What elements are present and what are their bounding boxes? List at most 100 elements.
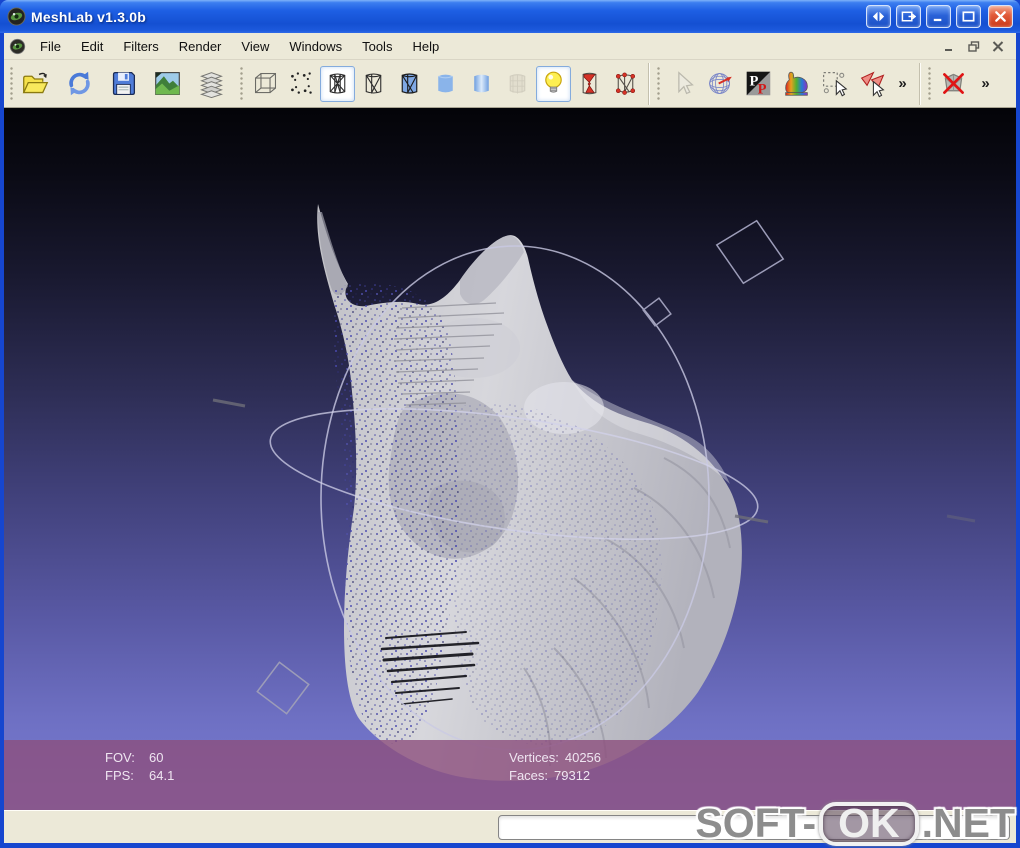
toolbar-grip[interactable] [927,65,932,102]
cursor-arrow-icon [678,71,694,95]
reload-icon [69,71,90,96]
texture-button[interactable] [500,66,535,102]
select-vertices-icon [823,72,848,97]
bounding-box-icon [254,72,277,94]
delete-mesh-icon [943,73,964,94]
fancy-lighting-icon [582,72,597,95]
svg-text:P: P [758,81,767,97]
meshlab-window: MeshLab v1.3.0b File Edit Filters Render… [0,0,1020,848]
points-button[interactable] [284,66,319,102]
left-right-arrows-icon [872,11,885,22]
select-faces-icon [860,71,885,98]
toolbar-group-edit: P P [665,66,890,102]
hud-camera-stats: FOV: 60 FPS: 64.1 [105,749,174,785]
watermark-prefix: SOFT- [695,800,817,846]
maximize-icon [962,11,975,22]
bounding-box-button[interactable] [248,66,283,102]
toolbar-grip[interactable] [9,65,14,102]
toolbar-overflow-button[interactable]: » [890,66,914,102]
fps-label: FPS: [105,768,134,783]
hidden-lines-icon [365,73,382,94]
close-icon [995,11,1006,22]
window-arrows-button[interactable] [866,5,891,28]
flat-lines-button[interactable] [392,66,427,102]
watermark-ok-badge: OK [819,800,919,846]
menu-tools[interactable]: Tools [352,35,402,58]
pp-plugin-button[interactable]: P P [741,66,776,102]
light-button[interactable] [536,65,571,102]
menu-filters[interactable]: Filters [113,35,168,58]
menubar-app-icon [9,38,26,54]
mesh-scene [212,204,976,781]
watermark-suffix: .NET [921,800,1015,846]
trackball-sphere-icon [709,73,732,94]
flat-shading-icon [438,74,453,93]
mdi-minimize-button[interactable] [940,38,960,55]
fov-value: 60 [149,750,164,765]
site-watermark: SOFT- OK .NET [695,800,1015,847]
detach-window-icon [901,11,916,22]
flat-lines-icon [401,73,418,94]
toolbar-overflow-button[interactable]: » [973,66,997,102]
fps-value: 64.1 [149,768,175,783]
minimize-button[interactable] [926,5,951,28]
select-vertices-button[interactable] [817,66,852,102]
layers-button[interactable] [194,66,229,102]
toolbar: P P » » [4,60,1016,108]
mdi-close-icon [992,40,1004,52]
wireframe-button[interactable] [320,65,355,102]
menu-file[interactable]: File [30,35,71,58]
layers-icon [199,72,224,98]
snapshot-button[interactable] [150,66,185,102]
close-button[interactable] [988,5,1013,28]
selected-vertices-icon [615,72,636,95]
pp-letters-icon: P P [746,71,771,97]
hidden-lines-button[interactable] [356,66,391,102]
snapshot-icon [155,72,180,95]
toolbar-group-mesh [936,66,971,102]
wireframe-icon [329,73,346,94]
save-button[interactable] [106,66,141,102]
menu-edit[interactable]: Edit [71,35,113,58]
menu-view[interactable]: View [231,35,279,58]
flat-button[interactable] [428,66,463,102]
mdi-restore-button[interactable] [964,38,984,55]
selected-vertices-display-button[interactable] [608,66,643,102]
colorize-button[interactable] [779,66,814,102]
fancy-lighting-button[interactable] [572,66,607,102]
menu-help[interactable]: Help [402,35,449,58]
toolbar-separator [919,62,920,105]
toolbar-grip[interactable] [239,65,244,102]
trackball-decoration-button[interactable] [703,66,738,102]
save-floppy-icon [112,71,136,96]
mdi-close-button[interactable] [988,38,1008,55]
texture-icon [509,74,526,94]
smooth-button[interactable] [464,66,499,102]
hud-mesh-stats: Vertices: 40256 Faces: 79312 [509,749,601,785]
window-title: MeshLab v1.3.0b [31,8,147,25]
delete-mesh-button[interactable] [936,66,971,102]
vertices-label: Vertices: [509,750,559,765]
toolbar-separator [648,62,649,105]
select-faces-button[interactable] [855,66,890,102]
faces-label: Faces: [509,768,549,783]
mdi-minimize-icon [945,48,952,51]
points-icon [291,72,312,94]
mdi-restore-icon [968,40,980,52]
light-bulb-icon [545,71,562,93]
toolbar-grip[interactable] [656,65,661,102]
mdi-window-controls [940,38,1011,55]
viewport-3d[interactable]: FOV: 60 FPS: 64.1 Vertices: 40256 Faces: 793… [4,108,1016,810]
maximize-button[interactable] [956,5,981,28]
titlebar[interactable]: MeshLab v1.3.0b [0,0,1020,33]
menubar: File Edit Filters Render View Windows To… [4,33,1016,60]
edit-pointer-button[interactable] [665,66,700,102]
reload-button[interactable] [62,66,97,102]
menu-windows[interactable]: Windows [279,35,352,58]
menu-render[interactable]: Render [169,35,232,58]
open-project-button[interactable] [18,66,53,102]
window-detach-button[interactable] [896,5,921,28]
open-folder-icon [22,72,49,94]
toolbar-group-file [18,66,229,102]
toolbar-group-render-mode [248,65,643,102]
